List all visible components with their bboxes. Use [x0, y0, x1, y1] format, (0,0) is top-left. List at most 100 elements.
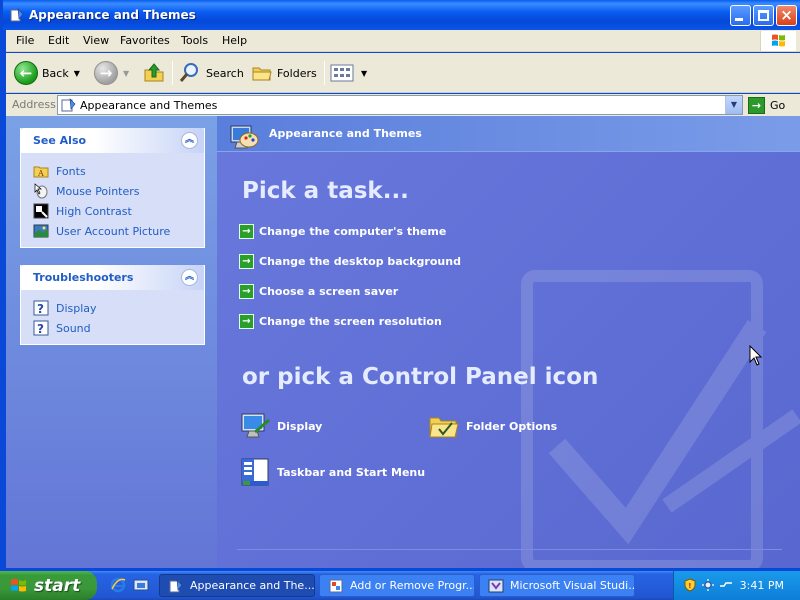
- forward-dropdown-icon[interactable]: ▼: [123, 69, 129, 78]
- network-icon[interactable]: [701, 578, 715, 592]
- cp-icon-display[interactable]: Display: [239, 410, 322, 442]
- windows-flag-icon: [11, 578, 26, 591]
- display-icon: [241, 413, 270, 438]
- system-tray: ! 3:41 PM: [673, 571, 800, 600]
- control-panel-icon[interactable]: [9, 7, 25, 23]
- high-contrast-icon: [33, 203, 49, 219]
- maximize-icon: [758, 10, 769, 21]
- go-button[interactable]: → Go: [748, 96, 785, 114]
- control-panel-icon: [61, 98, 76, 112]
- see-also-title: See Also: [33, 134, 87, 147]
- task-label: Change the screen resolution: [259, 314, 442, 328]
- up-folder-icon: [144, 63, 164, 82]
- address-label: Address: [12, 98, 56, 111]
- address-dropdown-icon[interactable]: ▼: [725, 96, 742, 114]
- see-also-label: High Contrast: [56, 204, 132, 218]
- address-value: Appearance and Themes: [80, 99, 218, 112]
- see-also-label: Fonts: [56, 164, 86, 178]
- troubleshooters-title: Troubleshooters: [33, 271, 134, 284]
- start-label: start: [34, 575, 81, 596]
- cp-icon-label: Taskbar and Start Menu: [277, 465, 426, 479]
- task-label: Change the computer's theme: [259, 224, 447, 238]
- see-also-item-high-contrast[interactable]: High Contrast: [33, 201, 204, 221]
- menu-help[interactable]: Help: [222, 34, 247, 47]
- address-bar: Address Appearance and Themes ▼ → Go: [6, 94, 800, 116]
- divider: [237, 549, 782, 550]
- collapse-icon[interactable]: ︽: [181, 132, 198, 149]
- user-account-picture-icon: [33, 224, 49, 238]
- task-label: Change the desktop background: [259, 254, 461, 268]
- fonts-folder-icon: A: [33, 166, 49, 178]
- troubleshooters-header[interactable]: Troubleshooters ︽: [21, 265, 204, 290]
- minimize-button[interactable]: [730, 5, 751, 26]
- maximize-button[interactable]: [753, 5, 774, 26]
- task-change-desktop-background[interactable]: → Change the desktop background: [239, 252, 461, 270]
- visual-studio-icon: [488, 579, 504, 592]
- menu-edit[interactable]: Edit: [48, 34, 69, 47]
- toolbar-separator: [324, 61, 325, 85]
- taskbar-item-appearance-themes[interactable]: Appearance and The...: [159, 574, 315, 597]
- explorer-window: Appearance and Themes × File Edit View F…: [0, 0, 800, 571]
- troubleshooter-label: Sound: [56, 321, 91, 335]
- back-button[interactable]: ← Back ▼: [14, 60, 80, 86]
- cp-icon-label: Display: [277, 419, 323, 433]
- title-bar[interactable]: Appearance and Themes ×: [3, 0, 800, 30]
- folders-label: Folders: [277, 66, 317, 80]
- troubleshooter-item-sound[interactable]: ? Sound: [33, 318, 204, 338]
- views-button[interactable]: ▼: [330, 60, 367, 86]
- task-arrow-icon: →: [239, 313, 254, 329]
- menu-favorites[interactable]: Favorites: [120, 34, 170, 47]
- windows-logo: [760, 31, 796, 51]
- menu-bar: File Edit View Favorites Tools Help: [6, 30, 800, 52]
- troubleshooter-item-display[interactable]: ? Display: [33, 298, 204, 318]
- taskbar-item-label: Microsoft Visual Studi...: [510, 579, 634, 592]
- search-button[interactable]: Search: [178, 60, 244, 86]
- views-dropdown-icon[interactable]: ▼: [361, 69, 367, 78]
- see-also-header[interactable]: See Also ︽: [21, 128, 204, 153]
- forward-button[interactable]: → ▼: [94, 60, 129, 86]
- back-dropdown-icon[interactable]: ▼: [74, 69, 80, 78]
- see-also-item-fonts[interactable]: A Fonts: [33, 161, 204, 181]
- go-arrow-icon: →: [748, 96, 765, 114]
- back-arrow-icon: ←: [14, 61, 38, 85]
- folders-button[interactable]: Folders: [251, 60, 317, 86]
- clock[interactable]: 3:41 PM: [740, 579, 784, 592]
- power-icon[interactable]: [719, 578, 733, 592]
- menu-file[interactable]: File: [16, 34, 34, 47]
- help-icon: ?: [33, 300, 49, 316]
- task-pane: See Also ︽ A Fonts Mouse Pointers High C…: [6, 116, 217, 568]
- address-input[interactable]: Appearance and Themes ▼: [57, 95, 743, 115]
- taskbar-item-add-remove-programs[interactable]: Add or Remove Progr...: [319, 574, 475, 597]
- menu-view[interactable]: View: [83, 34, 109, 47]
- show-desktop-icon[interactable]: [133, 577, 149, 593]
- see-also-item-user-account-picture[interactable]: User Account Picture: [33, 221, 204, 241]
- cp-icon-taskbar-start-menu[interactable]: Taskbar and Start Menu: [239, 456, 425, 488]
- folders-icon: [252, 67, 272, 81]
- task-change-screen-resolution[interactable]: → Change the screen resolution: [239, 312, 442, 330]
- troubleshooter-label: Display: [56, 301, 97, 315]
- menu-tools[interactable]: Tools: [181, 34, 208, 47]
- views-icon: [330, 64, 354, 82]
- help-icon: ?: [33, 320, 49, 336]
- task-change-theme[interactable]: → Change the computer's theme: [239, 222, 446, 240]
- start-button[interactable]: start: [0, 571, 97, 600]
- main-pane: Appearance and Themes Pick a task... → C…: [217, 116, 800, 568]
- main-header: Appearance and Themes: [217, 116, 800, 152]
- appearance-themes-icon: [230, 125, 259, 149]
- taskbar-item-visual-studio[interactable]: Microsoft Visual Studi...: [479, 574, 635, 597]
- main-header-title: Appearance and Themes: [269, 127, 422, 140]
- collapse-icon[interactable]: ︽: [181, 269, 198, 286]
- task-choose-screen-saver[interactable]: → Choose a screen saver: [239, 282, 398, 300]
- svg-text:?: ?: [37, 322, 44, 336]
- see-also-item-mouse-pointers[interactable]: Mouse Pointers: [33, 181, 204, 201]
- security-shield-icon[interactable]: !: [683, 578, 697, 592]
- mouse-pointers-icon: [34, 183, 48, 199]
- close-button[interactable]: ×: [776, 5, 797, 26]
- windows-flag-icon: [772, 34, 785, 47]
- mouse-cursor-icon: [749, 345, 763, 366]
- task-arrow-icon: →: [239, 253, 254, 269]
- search-label: Search: [206, 66, 244, 80]
- internet-explorer-icon[interactable]: [110, 577, 126, 593]
- cp-icon-folder-options[interactable]: Folder Options: [428, 410, 557, 442]
- up-folder-button[interactable]: [142, 60, 166, 86]
